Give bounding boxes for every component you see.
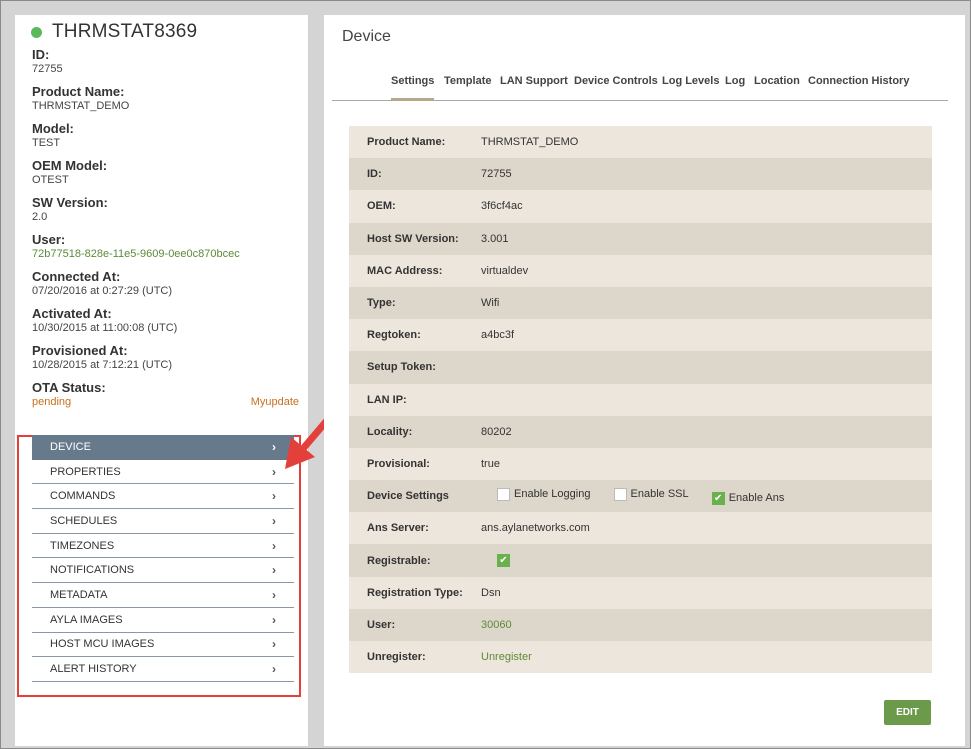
menu-item-notifications[interactable]: NOTIFICATIONS › — [32, 558, 294, 584]
unregister-link[interactable]: Unregister — [481, 651, 932, 663]
info-activated-at: Activated At: 10/30/2015 at 11:00:08 (UT… — [32, 306, 178, 334]
device-info: ID: 72755 Product Name: THRMSTAT_DEMO Mo… — [32, 47, 302, 417]
menu-item-ayla-images[interactable]: AYLA IMAGES › — [32, 608, 294, 633]
online-status-icon — [31, 26, 42, 38]
chevron-right-icon: › — [272, 662, 276, 677]
menu-item-properties[interactable]: PROPERTIES › — [32, 460, 294, 485]
row-provisional: Provisional: true — [349, 447, 932, 481]
chevron-right-icon: › — [272, 538, 276, 553]
row-unregister: Unregister: Unregister — [349, 641, 932, 674]
menu-item-commands[interactable]: COMMANDS › — [32, 484, 294, 510]
row-regtoken: Regtoken: a4bc3f — [349, 319, 932, 352]
row-setup-token: Setup Token: — [349, 351, 932, 384]
row-device-settings: Device Settings Enable Logging Enable SS… — [349, 480, 932, 513]
tab-device-controls[interactable]: Device Controls — [574, 75, 658, 101]
user-id-link[interactable]: 30060 — [481, 619, 932, 631]
tab-settings[interactable]: Settings — [391, 75, 435, 101]
tab-location[interactable]: Location — [754, 75, 800, 101]
row-host-sw-version: Host SW Version: 3.001 — [349, 222, 932, 255]
row-id: ID: 72755 — [349, 158, 932, 191]
info-provisioned-at: Provisioned At: 10/28/2015 at 7:12:21 (U… — [32, 343, 173, 371]
chevron-right-icon: › — [272, 513, 276, 528]
info-product-name: Product Name: THRMSTAT_DEMO — [32, 84, 130, 112]
enable-ans-checkbox[interactable]: ✔ Enable Ans — [711, 491, 784, 505]
page-title: Device — [342, 28, 391, 45]
row-ans-server: Ans Server: ans.aylanetworks.com — [349, 512, 932, 545]
chevron-right-icon: › — [272, 489, 276, 504]
info-connected-at: Connected At: 07/20/2016 at 0:27:29 (UTC… — [32, 269, 173, 297]
menu-item-device[interactable]: DEVICE › — [32, 435, 294, 460]
row-user: User: 30060 — [349, 608, 932, 641]
checkmark-icon: ✔ — [711, 491, 725, 505]
device-settings-table: Product Name: THRMSTAT_DEMO ID: 72755 OE… — [349, 126, 932, 674]
row-registration-type: Registration Type: Dsn — [349, 576, 932, 609]
tab-lan-support[interactable]: LAN Support — [500, 75, 568, 101]
menu-item-schedules[interactable]: SCHEDULES › — [32, 509, 294, 534]
chevron-right-icon: › — [272, 637, 276, 652]
info-ota-status: OTA Status: pending Myupdate — [32, 380, 299, 408]
info-oem-model: OEM Model: OTEST — [32, 158, 108, 186]
chevron-right-icon: › — [272, 439, 276, 454]
info-sw-version: SW Version: 2.0 — [32, 195, 108, 223]
unchecked-box-icon — [613, 487, 627, 501]
registrable-checkbox[interactable]: ✔ — [497, 554, 510, 568]
device-header: THRMSTAT8369 — [31, 21, 197, 43]
menu-item-host-mcu-images[interactable]: HOST MCU IMAGES › — [32, 633, 294, 658]
row-registrable: Registrable: ✔ — [349, 544, 932, 577]
chevron-right-icon: › — [272, 563, 276, 578]
menu-item-timezones[interactable]: TIMEZONES › — [32, 534, 294, 559]
tab-template[interactable]: Template — [444, 75, 491, 101]
row-mac-address: MAC Address: virtualdev — [349, 254, 932, 287]
enable-logging-checkbox[interactable]: Enable Logging — [497, 487, 590, 501]
main-panel: Device Settings Template LAN Support Dev… — [324, 15, 965, 746]
enable-ssl-checkbox[interactable]: Enable SSL — [613, 487, 689, 501]
menu-item-alert-history[interactable]: ALERT HISTORY › — [32, 657, 294, 682]
tab-log-levels[interactable]: Log Levels — [662, 75, 719, 101]
highlight-box: DEVICE › PROPERTIES › COMMANDS › SCHEDUL… — [17, 435, 301, 697]
device-nav-menu: DEVICE › PROPERTIES › COMMANDS › SCHEDUL… — [32, 435, 294, 682]
info-model: Model: TEST — [32, 121, 74, 149]
menu-item-metadata[interactable]: METADATA › — [32, 583, 294, 608]
row-product-name: Product Name: THRMSTAT_DEMO — [349, 126, 932, 159]
unchecked-box-icon — [497, 487, 510, 501]
row-oem: OEM: 3f6cf4ac — [349, 190, 932, 223]
row-lan-ip: LAN IP: — [349, 383, 932, 416]
chevron-right-icon: › — [272, 587, 276, 602]
chevron-right-icon: › — [272, 464, 276, 479]
chevron-right-icon: › — [272, 612, 276, 627]
tab-log[interactable]: Log — [725, 75, 745, 101]
device-name: THRMSTAT8369 — [52, 21, 198, 42]
row-locality: Locality: 80202 — [349, 415, 932, 448]
edit-button[interactable]: EDIT — [884, 700, 931, 725]
tab-bar: Settings Template LAN Support Device Con… — [332, 75, 948, 101]
info-id: ID: 72755 — [32, 47, 63, 75]
row-type: Type: Wifi — [349, 286, 932, 320]
app-frame: THRMSTAT8369 ID: 72755 Product Name: THR… — [0, 0, 971, 749]
user-link[interactable]: 72b77518-828e-11e5-9609-0ee0c870bcec — [32, 247, 302, 261]
info-user: User: 72b77518-828e-11e5-9609-0ee0c870bc… — [32, 232, 302, 261]
tab-connection-history[interactable]: Connection History — [808, 75, 909, 101]
ota-status-value: pending — [32, 396, 72, 408]
